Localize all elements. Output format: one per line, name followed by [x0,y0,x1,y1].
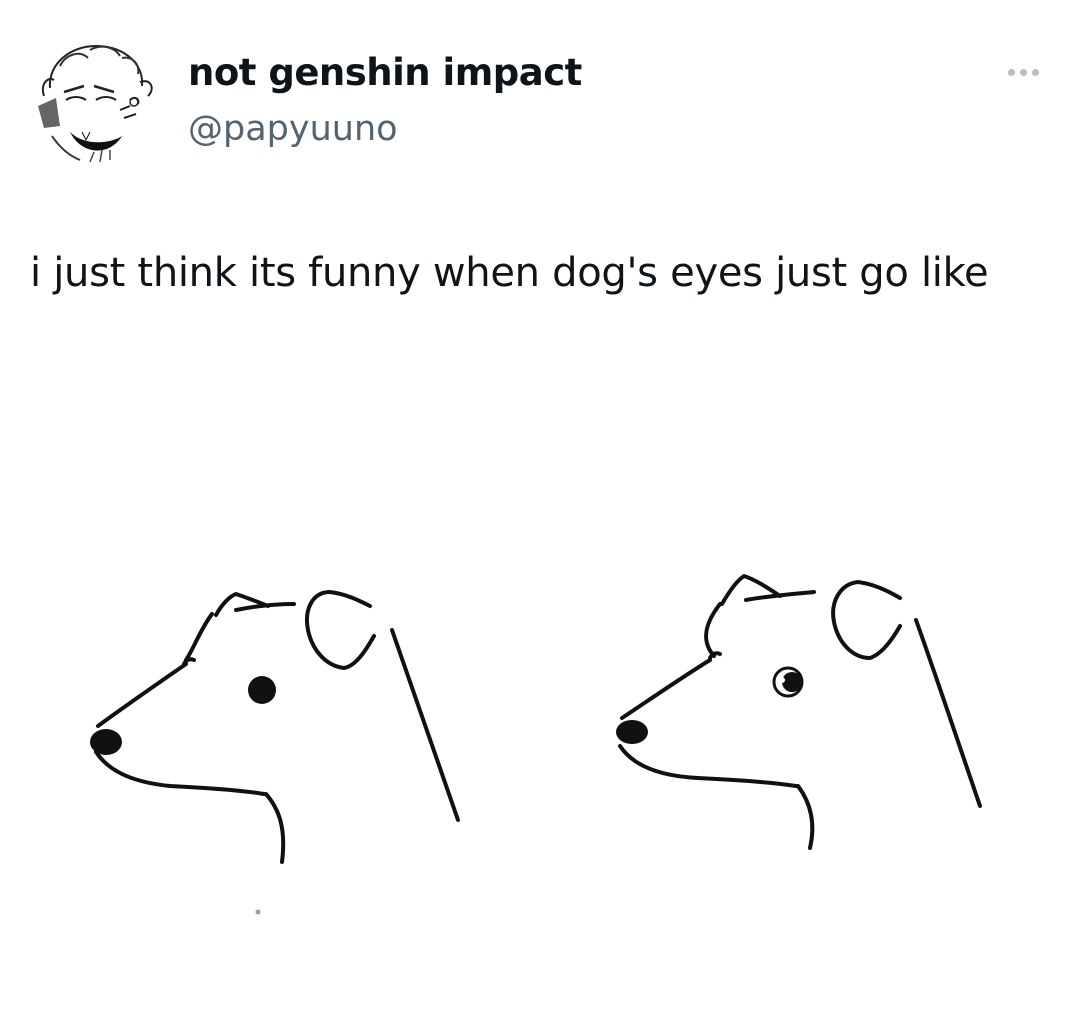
tweet-card: not genshin impact @papyuuno i just thin… [0,0,1080,1020]
dog-right-eye [772,666,804,698]
dog-left-eye [248,676,276,704]
dog-right-nose [616,720,648,744]
dog-right-drawing [618,574,982,850]
more-options-icon [1007,68,1015,76]
dog-sketch-comparison-image [90,574,982,915]
user-avatar-sketch-icon [30,36,162,168]
more-options-icon-dot [1031,68,1039,76]
author-handle[interactable]: @papyuuno [188,106,398,152]
tweet-media-image[interactable] [0,540,1080,940]
dog-left-nose [90,729,122,755]
more-options-icon-dot [1019,68,1027,76]
more-options-button[interactable] [995,56,1051,88]
avatar[interactable] [30,36,162,168]
tweet-text: i just think its funny when dog's eyes j… [30,250,989,296]
author-display-name[interactable]: not genshin impact [188,50,582,96]
dog-left-drawing [94,590,460,864]
